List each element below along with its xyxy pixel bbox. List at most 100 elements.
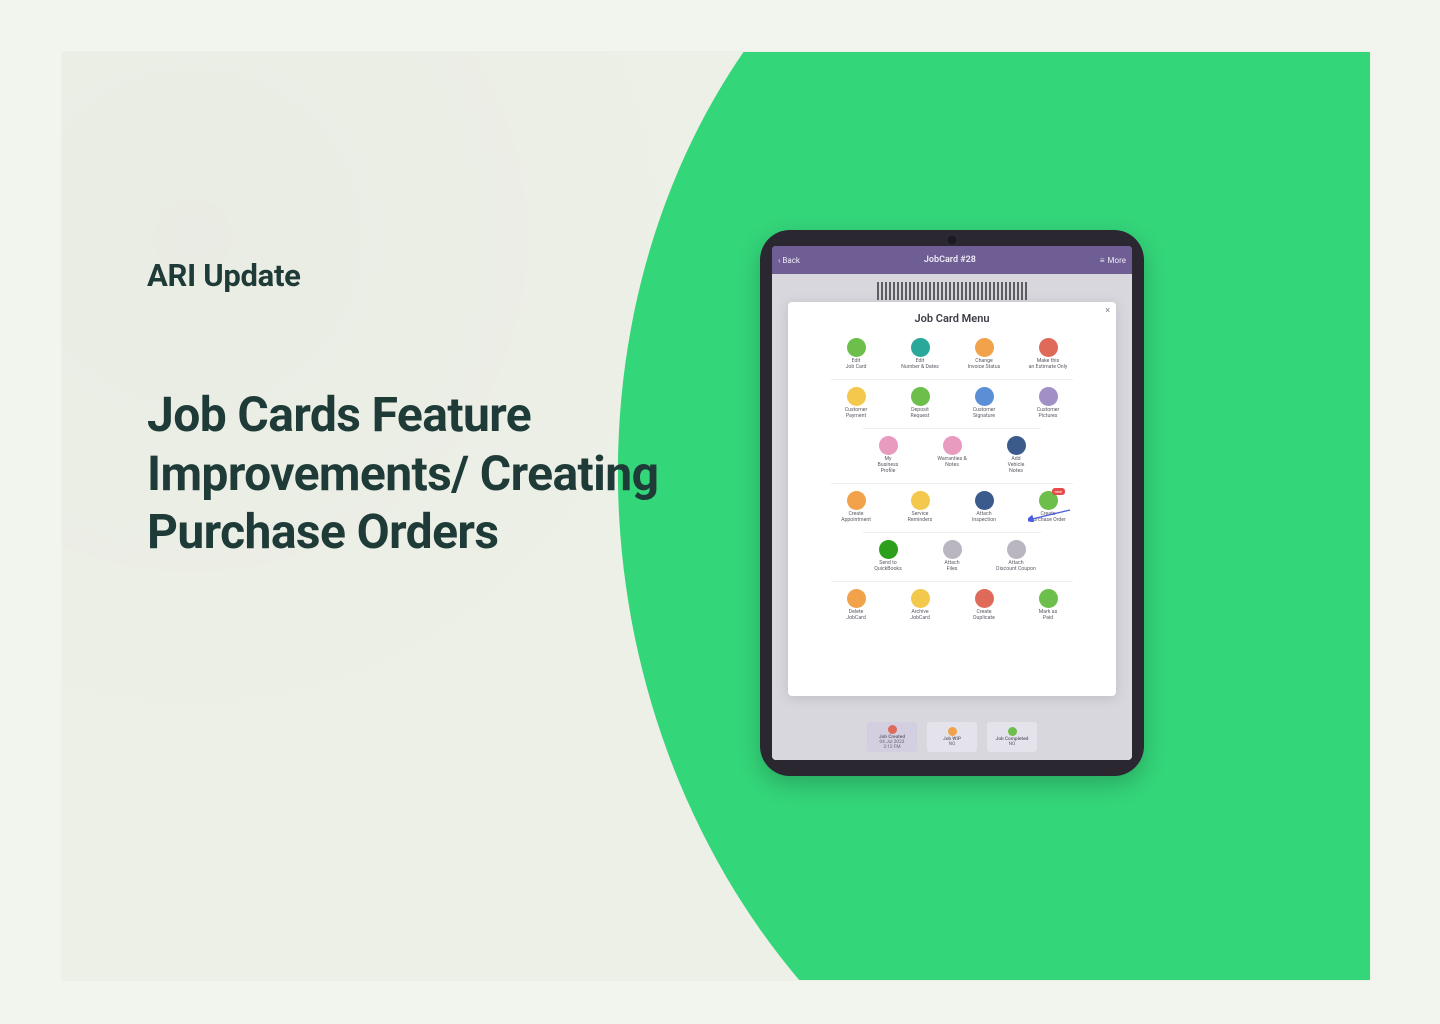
job-created-dot-icon [888,725,897,734]
edit-job-card-icon [847,338,866,357]
make-estimate-only[interactable]: Make this an Estimate Only [1023,338,1073,371]
customer-signature-icon [975,387,994,406]
create-appointment-icon [847,491,866,510]
service-reminders-icon [911,491,930,510]
attach-files[interactable]: Attach Files [927,540,977,573]
archive-jobcard-label: Archive JobCard [910,610,930,622]
attach-inspection[interactable]: Attach Inspection [959,491,1009,524]
send-to-quickbooks-label: Send to QuickBooks [874,561,902,573]
tablet-screen: ‹ Back JobCard #28 ≡ More Job Created04 … [772,246,1132,760]
job-completed-status[interactable]: Job CompletedNO [987,722,1037,752]
customer-payment-icon [847,387,866,406]
customer-pictures-icon [1039,387,1058,406]
job-completed-dot-icon [1008,727,1017,736]
deposit-request-icon [911,387,930,406]
mark-as-paid[interactable]: Mark as Paid [1023,589,1073,622]
close-button[interactable]: × [1105,306,1110,316]
attach-files-label: Attach Files [944,561,959,573]
headline-block: ARI Update Job Cards Feature Improvement… [147,257,697,562]
edit-number-dates-label: Edit Number & Dates [901,359,939,371]
customer-signature[interactable]: Customer Signature [959,387,1009,420]
mark-as-paid-icon [1039,589,1058,608]
send-to-quickbooks-icon [879,540,898,559]
promo-card: ARI Update Job Cards Feature Improvement… [62,52,1370,980]
add-vehicle-notes-label: Add Vehicle Notes [1008,457,1025,475]
attach-discount-coupon-icon [1007,540,1026,559]
modal-title: Job Card Menu [798,312,1106,325]
warranties-notes-label: Warranties & Notes [937,457,966,469]
menu-row: Edit Job Card Edit Number & Dates Change I… [831,331,1073,375]
warranties-notes-icon [943,436,962,455]
menu-row: Delete JobCard Archive JobCard Create Dupl… [831,581,1073,626]
edit-number-dates[interactable]: Edit Number & Dates [895,338,945,371]
chevron-left-icon: ‹ [778,256,780,265]
service-reminders-label: Service Reminders [908,512,933,524]
create-duplicate-label: Create Duplicate [973,610,995,622]
delete-jobcard[interactable]: Delete JobCard [831,589,881,622]
customer-pictures[interactable]: Customer Pictures [1023,387,1073,420]
send-to-quickbooks[interactable]: Send to QuickBooks [863,540,913,573]
change-invoice-status[interactable]: Change Invoice Status [959,338,1009,371]
add-vehicle-notes[interactable]: Add Vehicle Notes [991,436,1041,475]
customer-pictures-label: Customer Pictures [1037,408,1060,420]
attach-inspection-label: Attach Inspection [972,512,996,524]
attach-discount-coupon-label: Attach Discount Coupon [996,561,1036,573]
tablet-mockup: ‹ Back JobCard #28 ≡ More Job Created04 … [760,230,1144,776]
menu-row: Send to QuickBooks Attach Files Attach Dis… [863,532,1041,577]
deposit-request-label: Deposit Request [911,408,930,420]
headline-text: Job Cards Feature Improvements/ Creating… [147,386,697,562]
job-wip-status[interactable]: Job WIPNO [927,722,977,752]
create-duplicate-icon [975,589,994,608]
more-button[interactable]: ≡ More [1100,256,1126,265]
delete-jobcard-icon [847,589,866,608]
tablet-camera-icon [948,236,956,244]
add-vehicle-notes-icon [1007,436,1026,455]
job-status-row: Job Created04 Jul 2023 3:12 FM Job WIPNO J… [867,722,1037,752]
attach-files-icon [943,540,962,559]
attach-discount-coupon[interactable]: Attach Discount Coupon [991,540,1041,573]
menu-row: My Business Profile Warranties & Notes Add… [863,428,1041,479]
edit-job-card[interactable]: Edit Job Card [831,338,881,371]
change-invoice-status-label: Change Invoice Status [968,359,1001,371]
menu-grid: Edit Job Card Edit Number & Dates Change I… [798,331,1106,626]
service-reminders[interactable]: Service Reminders [895,491,945,524]
barcode-graphic [877,282,1027,300]
customer-payment-label: Customer Payment [845,408,868,420]
warranties-notes[interactable]: Warranties & Notes [927,436,977,475]
archive-jobcard-icon [911,589,930,608]
my-business-profile-icon [879,436,898,455]
edit-job-card-label: Edit Job Card [846,359,867,371]
job-created-sub: 04 Jul 2023 3:12 FM [879,740,904,750]
callout-arrow-icon [1028,508,1072,522]
create-duplicate[interactable]: Create Duplicate [959,589,1009,622]
deposit-request[interactable]: Deposit Request [895,387,945,420]
back-button[interactable]: ‹ Back [778,256,800,265]
my-business-profile[interactable]: My Business Profile [863,436,913,475]
navbar-title: JobCard #28 [924,255,976,265]
make-estimate-only-label: Make this an Estimate Only [1029,359,1068,371]
new-badge: new [1052,488,1065,495]
document-root: ARI Update Job Cards Feature Improvement… [0,0,1440,1024]
archive-jobcard[interactable]: Archive JobCard [895,589,945,622]
customer-signature-label: Customer Signature [973,408,996,420]
job-wip-dot-icon [948,727,957,736]
job-created-status[interactable]: Job Created04 Jul 2023 3:12 FM [867,722,917,752]
attach-inspection-icon [975,491,994,510]
more-label: More [1108,256,1126,265]
edit-number-dates-icon [911,338,930,357]
make-estimate-only-icon [1039,338,1058,357]
create-appointment[interactable]: Create Appointment [831,491,881,524]
eyebrow-text: ARI Update [147,257,697,294]
menu-row: Customer Payment Deposit Request Customer … [831,379,1073,424]
create-appointment-label: Create Appointment [841,512,871,524]
job-card-menu-modal: × Job Card Menu Edit Job Card Edit Number… [788,302,1116,696]
delete-jobcard-label: Delete JobCard [846,610,866,622]
job-wip-sub: NO [949,742,956,747]
job-completed-sub: NO [1009,742,1016,747]
back-label: Back [782,256,800,265]
change-invoice-status-icon [975,338,994,357]
mark-as-paid-label: Mark as Paid [1039,610,1058,622]
my-business-profile-label: My Business Profile [877,457,898,475]
customer-payment[interactable]: Customer Payment [831,387,881,420]
app-navbar: ‹ Back JobCard #28 ≡ More [772,246,1132,274]
